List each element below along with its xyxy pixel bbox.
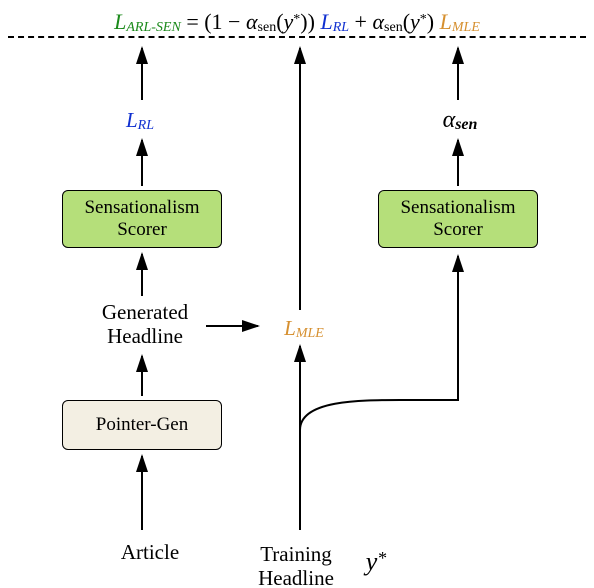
pointer-gen-box: Pointer-Gen — [62, 400, 222, 450]
alpha-sen-label: αsen — [420, 108, 500, 137]
generated-headline-text: Generated Headline — [102, 300, 188, 348]
eq-equals: = — [186, 9, 204, 34]
arrows-svg — [0, 0, 594, 588]
scorer-right-text: Sensationalism Scorer — [400, 197, 515, 241]
eq-open: (1 − — [204, 9, 246, 34]
eq-lmle: LMLE — [440, 9, 480, 34]
eq-lrl: LRL — [320, 9, 354, 34]
dashed-separator — [8, 36, 586, 38]
eq-alpha2: α — [372, 9, 384, 34]
ystar-star: * — [377, 548, 386, 568]
eq-y1: y — [284, 9, 294, 34]
eq-lrl-sub: RL — [333, 20, 349, 35]
eq-alpha1-sub: sen — [258, 20, 277, 35]
article-label: Article — [100, 540, 200, 564]
lrl-sub: RL — [138, 118, 154, 133]
eq-close-paren: ) — [308, 9, 321, 34]
eq-lmle-sub: MLE — [452, 20, 480, 35]
eq-lmle-L: L — [440, 9, 452, 34]
lmle-sub: MLE — [296, 326, 324, 341]
ystar-y: y — [366, 547, 378, 576]
eq-plus: + — [355, 9, 373, 34]
training-headline-label: Training Headline — [236, 542, 356, 588]
generated-headline-label: Generated Headline — [90, 300, 200, 348]
eq-ofy-open: ( — [276, 9, 283, 34]
lrl-L: L — [126, 108, 138, 132]
eq-lhs: LARL-SEN — [114, 9, 186, 34]
lmle-L: L — [284, 316, 296, 340]
scorer-left-box: Sensationalism Scorer — [62, 190, 222, 248]
eq-lhs-L: L — [114, 9, 126, 34]
eq-y2: y — [410, 9, 420, 34]
eq-ofy2-close: ) — [427, 9, 434, 34]
eq-alpha2-sub: sen — [384, 20, 403, 35]
article-text: Article — [121, 540, 179, 564]
ystar-label: y* — [356, 546, 396, 574]
eq-lrl-L: L — [320, 9, 332, 34]
alpha-sen-sub: sen — [455, 116, 477, 133]
eq-alpha1: α — [246, 9, 258, 34]
diagram-stage: LARL-SEN = (1 − αsen(y*)) LRL + αsen(y*)… — [0, 0, 594, 588]
pointer-gen-text: Pointer-Gen — [96, 414, 189, 436]
eq-y2-star: * — [420, 12, 427, 27]
eq-ofy2-open: ( — [403, 9, 410, 34]
eq-ofy-close: ) — [300, 9, 307, 34]
scorer-left-text: Sensationalism Scorer — [84, 197, 199, 241]
eq-lhs-sub: ARL-SEN — [126, 20, 180, 35]
scorer-right-box: Sensationalism Scorer — [378, 190, 538, 248]
training-headline-text: Training Headline — [258, 542, 334, 588]
alpha-sen-a: α — [443, 107, 456, 133]
lmle-label: LMLE — [264, 316, 344, 346]
lrl-label: LRL — [100, 108, 180, 138]
